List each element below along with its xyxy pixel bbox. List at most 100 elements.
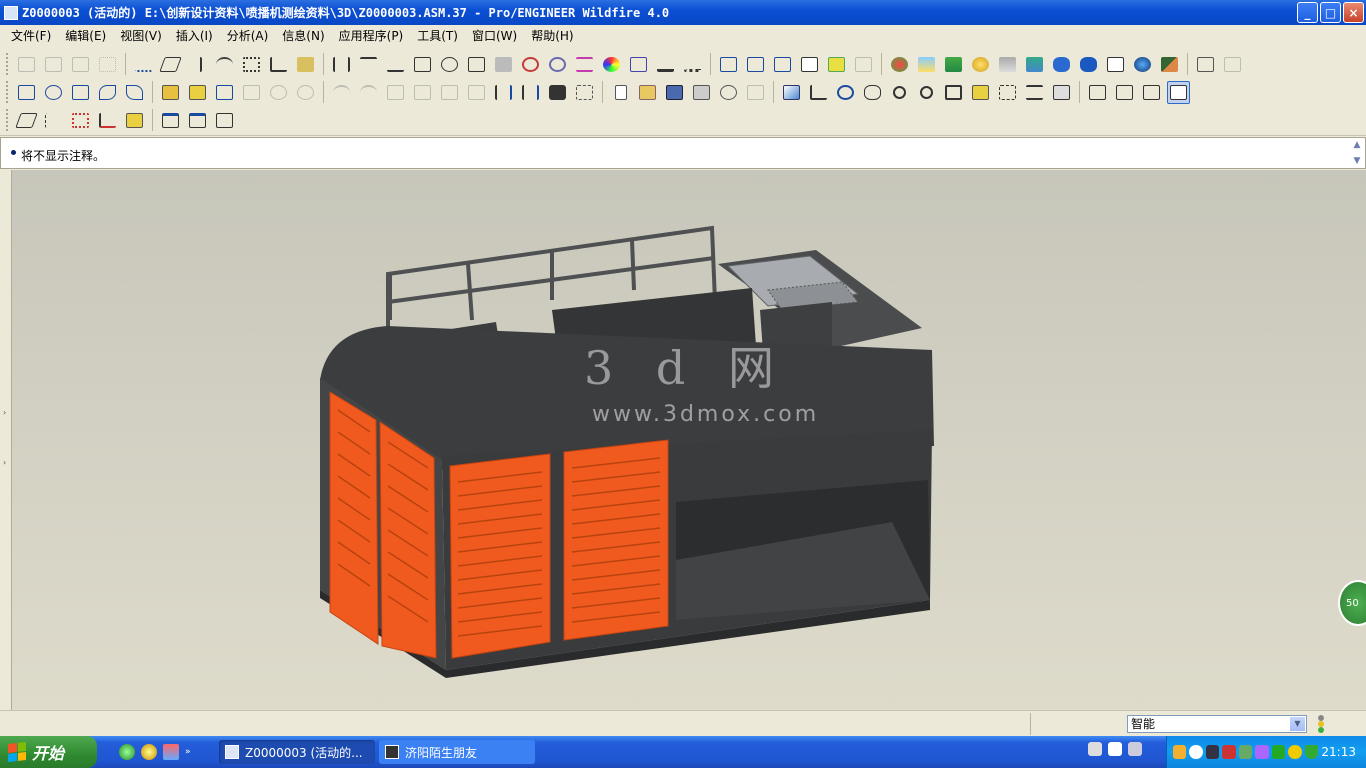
rotate-left-icon[interactable] xyxy=(267,81,290,104)
redo-icon[interactable] xyxy=(357,81,380,104)
layers-icon[interactable] xyxy=(1023,81,1046,104)
wireframe-icon[interactable] xyxy=(1086,81,1109,104)
datum-curve-icon[interactable] xyxy=(132,53,155,76)
email-icon[interactable] xyxy=(717,81,740,104)
google-icon[interactable] xyxy=(1189,745,1203,759)
datum-point-icon[interactable] xyxy=(240,53,263,76)
render-teapot-icon[interactable] xyxy=(1050,53,1073,76)
datum-csys-icon[interactable] xyxy=(267,53,290,76)
menu-insert[interactable]: 插入(I) xyxy=(169,27,220,44)
offset-icon[interactable] xyxy=(42,53,65,76)
reorient-icon[interactable] xyxy=(15,81,38,104)
print-icon[interactable] xyxy=(690,81,713,104)
whats-this-icon[interactable] xyxy=(1194,53,1217,76)
update-icon[interactable] xyxy=(1255,745,1269,759)
repaint-view-icon[interactable] xyxy=(780,81,803,104)
copy-icon[interactable] xyxy=(411,81,434,104)
taskbar-item-proe[interactable]: Z0000003 (活动的... xyxy=(219,740,375,764)
pattern-icon[interactable] xyxy=(96,53,119,76)
brush-icon[interactable] xyxy=(1158,53,1181,76)
paste-special-icon[interactable] xyxy=(465,81,488,104)
menu-window[interactable]: 窗口(W) xyxy=(465,27,524,44)
measure-icon[interactable] xyxy=(681,53,704,76)
curvature-icon[interactable] xyxy=(519,53,542,76)
sketch-curve-icon[interactable] xyxy=(213,53,236,76)
window-check-icon[interactable] xyxy=(186,109,209,132)
safe-icon[interactable] xyxy=(1271,745,1286,759)
spin-model-icon[interactable] xyxy=(834,81,857,104)
datum-axis-icon[interactable] xyxy=(186,53,209,76)
menu-tools[interactable]: 工具(T) xyxy=(410,27,465,44)
saved-view-icon[interactable] xyxy=(123,81,146,104)
gauge-icon[interactable] xyxy=(492,53,515,76)
guard-icon[interactable] xyxy=(1288,745,1302,759)
environment-icon[interactable] xyxy=(1023,53,1046,76)
chevron-down-icon[interactable]: ▼ xyxy=(1290,717,1305,731)
layer-two-icon[interactable] xyxy=(744,53,767,76)
render-scene-icon[interactable] xyxy=(915,53,938,76)
menu-analysis[interactable]: 分析(A) xyxy=(220,27,276,44)
trim-icon[interactable] xyxy=(15,53,38,76)
regen-manager-icon[interactable] xyxy=(519,81,542,104)
render-region-icon[interactable] xyxy=(1077,53,1100,76)
menu-file[interactable]: 文件(F) xyxy=(4,27,58,44)
view-manager-icon[interactable] xyxy=(1050,81,1073,104)
app-icon[interactable] xyxy=(4,5,18,20)
menu-applications[interactable]: 应用程序(P) xyxy=(332,27,411,44)
paste-icon[interactable] xyxy=(438,81,461,104)
toolbar-grip[interactable] xyxy=(6,53,10,75)
cut-icon[interactable] xyxy=(384,81,407,104)
xf-icon[interactable] xyxy=(465,53,488,76)
layer-one-icon[interactable] xyxy=(717,53,740,76)
grid-icon[interactable] xyxy=(411,53,434,76)
layer-three-icon[interactable] xyxy=(771,53,794,76)
annotation-toggle-icon[interactable] xyxy=(123,109,146,132)
selection-filter-select[interactable]: 智能 ▼ xyxy=(1127,715,1307,733)
orient-mode-icon[interactable] xyxy=(69,81,92,104)
zoom-out-icon[interactable] xyxy=(915,81,938,104)
browser-icon[interactable] xyxy=(119,744,135,760)
layer-tree-icon[interactable] xyxy=(186,81,209,104)
shade-analysis-icon[interactable] xyxy=(546,53,569,76)
zoom-fit-icon[interactable] xyxy=(942,81,965,104)
zoom-in-icon[interactable] xyxy=(888,81,911,104)
light-icon[interactable] xyxy=(969,53,992,76)
component-add-icon[interactable] xyxy=(825,53,848,76)
connect-icon[interactable] xyxy=(1221,53,1244,76)
spin-center-icon[interactable] xyxy=(42,81,65,104)
taskbar-item-chat[interactable]: 济阳陌生朋友 xyxy=(379,740,535,764)
hidden-line-icon[interactable] xyxy=(1113,81,1136,104)
ime-icon[interactable] xyxy=(1128,742,1142,756)
start-button[interactable]: 开始 xyxy=(0,736,97,768)
repaint-icon[interactable] xyxy=(159,81,182,104)
toolbar-grip[interactable] xyxy=(6,81,10,103)
find-icon[interactable] xyxy=(546,81,569,104)
monitor-icon[interactable] xyxy=(1238,745,1253,759)
save-icon[interactable] xyxy=(663,81,686,104)
minimize-button[interactable]: _ xyxy=(1297,2,1318,23)
maximize-button[interactable]: □ xyxy=(1320,2,1341,23)
datum-point-offset-icon[interactable] xyxy=(294,53,317,76)
window-close-icon[interactable] xyxy=(213,109,236,132)
refit-icon[interactable] xyxy=(96,81,119,104)
note-icon[interactable] xyxy=(438,53,461,76)
network-icon[interactable] xyxy=(1205,745,1220,759)
shading-icon[interactable] xyxy=(1167,80,1190,104)
qq-icon[interactable] xyxy=(1173,745,1187,759)
traffic-light-icon[interactable] xyxy=(1316,714,1326,734)
thicken-icon[interactable] xyxy=(69,53,92,76)
undo-icon[interactable] xyxy=(330,81,353,104)
window-activate-icon[interactable] xyxy=(159,109,182,132)
color-analysis-icon[interactable] xyxy=(600,53,623,76)
reflection-icon[interactable] xyxy=(573,53,596,76)
media-icon[interactable] xyxy=(141,744,157,760)
flip-icon[interactable] xyxy=(240,81,263,104)
menu-help[interactable]: 帮助(H) xyxy=(524,27,580,44)
scroll-down-icon[interactable]: ▼ xyxy=(1354,156,1361,166)
no-hidden-icon[interactable] xyxy=(1140,81,1163,104)
assembly-model[interactable] xyxy=(12,170,1366,710)
chevron-right-icon[interactable]: » xyxy=(185,747,191,757)
model-tree-icon[interactable] xyxy=(798,53,821,76)
menu-info[interactable]: 信息(N) xyxy=(275,27,331,44)
photo-icon[interactable] xyxy=(1131,53,1154,76)
